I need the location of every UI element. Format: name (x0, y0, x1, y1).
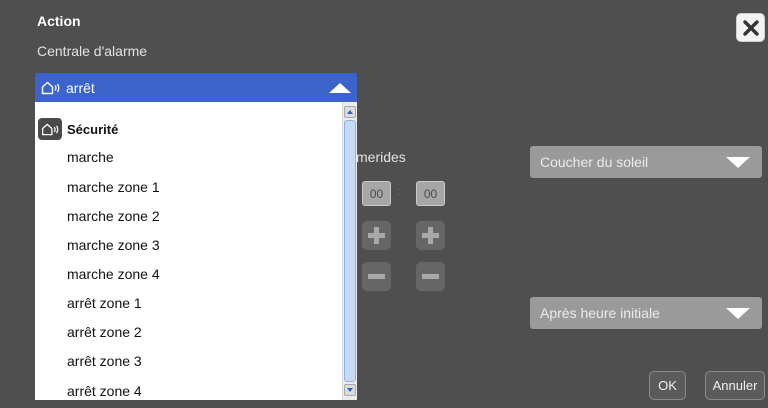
minutes-increment-button[interactable] (416, 221, 445, 250)
scroll-down-arrow-icon[interactable] (344, 384, 356, 396)
scrollbar-thumb[interactable] (344, 120, 356, 382)
options-scrollbar[interactable] (342, 102, 357, 400)
minus-icon (422, 274, 439, 279)
option-arret-zone-4[interactable]: arrêt zone 4 (67, 377, 142, 400)
option-arret-zone-2[interactable]: arrêt zone 2 (67, 318, 142, 346)
option-group-label: Sécurité (67, 121, 119, 137)
action-select-value: arrêt (66, 79, 95, 96)
sunset-select-label: Coucher du soleil (540, 154, 649, 170)
ephemerides-label: merides (356, 149, 406, 165)
minutes-decrement-button[interactable] (416, 262, 445, 291)
option-marche-zone-1[interactable]: marche zone 1 (67, 173, 160, 201)
action-select[interactable]: arrêt (35, 73, 357, 102)
action-options-list: Sécurité marche marche zone 1 marche zon… (35, 102, 357, 400)
hours-increment-button[interactable] (362, 221, 391, 250)
device-label: Centrale d'alarme (37, 43, 148, 59)
chevron-down-icon (726, 307, 750, 319)
dialog-title: Action (37, 13, 81, 29)
sunset-select[interactable]: Coucher du soleil (530, 146, 762, 178)
chevron-up-icon (329, 82, 351, 93)
option-group-securite: Sécurité (38, 118, 118, 140)
option-arret-zone-1[interactable]: arrêt zone 1 (67, 289, 142, 317)
hours-decrement-button[interactable] (362, 262, 391, 291)
option-marche-zone-4[interactable]: marche zone 4 (67, 260, 160, 288)
time-separator: : (397, 184, 401, 198)
alarm-home-icon (38, 118, 62, 140)
ok-button[interactable]: OK (649, 371, 686, 400)
option-marche-zone-2[interactable]: marche zone 2 (67, 202, 160, 230)
cancel-button[interactable]: Annuler (705, 371, 765, 400)
offset-select-label: Après heure initiale (540, 305, 660, 321)
offset-select[interactable]: Après heure initiale (530, 297, 762, 329)
action-dialog: Action Centrale d'alarme merides Coucher… (0, 0, 768, 408)
option-marche[interactable]: marche (67, 143, 114, 171)
minutes-field[interactable]: 00 (416, 181, 445, 206)
scroll-up-arrow-icon[interactable] (344, 106, 356, 118)
close-icon (742, 19, 759, 36)
alarm-home-icon (41, 81, 60, 94)
chevron-down-icon (726, 156, 750, 168)
hours-field[interactable]: 00 (362, 181, 391, 206)
close-button[interactable] (736, 13, 765, 42)
minus-icon (368, 274, 385, 279)
option-arret-zone-3[interactable]: arrêt zone 3 (67, 347, 142, 375)
option-marche-zone-3[interactable]: marche zone 3 (67, 231, 160, 259)
